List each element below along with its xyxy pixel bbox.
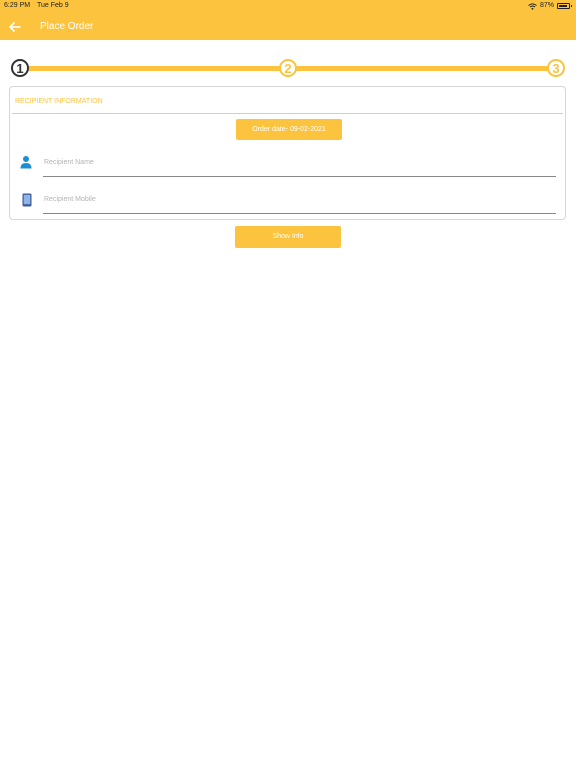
status-time: 6:29 PM [4,2,31,9]
wifi-icon [528,2,537,10]
battery-percent: 87% [539,2,554,9]
arrow-left-icon[interactable] [8,20,22,34]
recipient-mobile-underline [43,213,556,214]
section-title: RECIPIENT INFORMATION [15,98,103,105]
person-icon [20,156,32,169]
recipient-name-underline [43,176,556,177]
page-title: Place Order [40,21,94,32]
recipient-mobile-input[interactable]: Recipient Mobile [44,196,96,203]
order-date-button[interactable]: Order date- 09-02-2021 [236,119,342,140]
step-2[interactable]: 2 [279,59,297,77]
mobile-phone-icon [22,193,32,207]
order-stepper: 1 2 3 [0,56,576,82]
show-info-button[interactable]: Show Info [235,226,341,248]
section-divider [12,113,563,114]
recipient-name-input[interactable]: Recipient Name [44,159,94,166]
step-1[interactable]: 1 [11,59,29,77]
status-date: Tue Feb 9 [37,2,69,9]
step-3[interactable]: 3 [547,59,565,77]
status-bar: 6:29 PM Tue Feb 9 87% [0,0,576,12]
recipient-card: RECIPIENT INFORMATION Order date- 09-02-… [9,86,566,220]
status-right: 87% [528,0,572,12]
battery-icon [557,3,572,9]
